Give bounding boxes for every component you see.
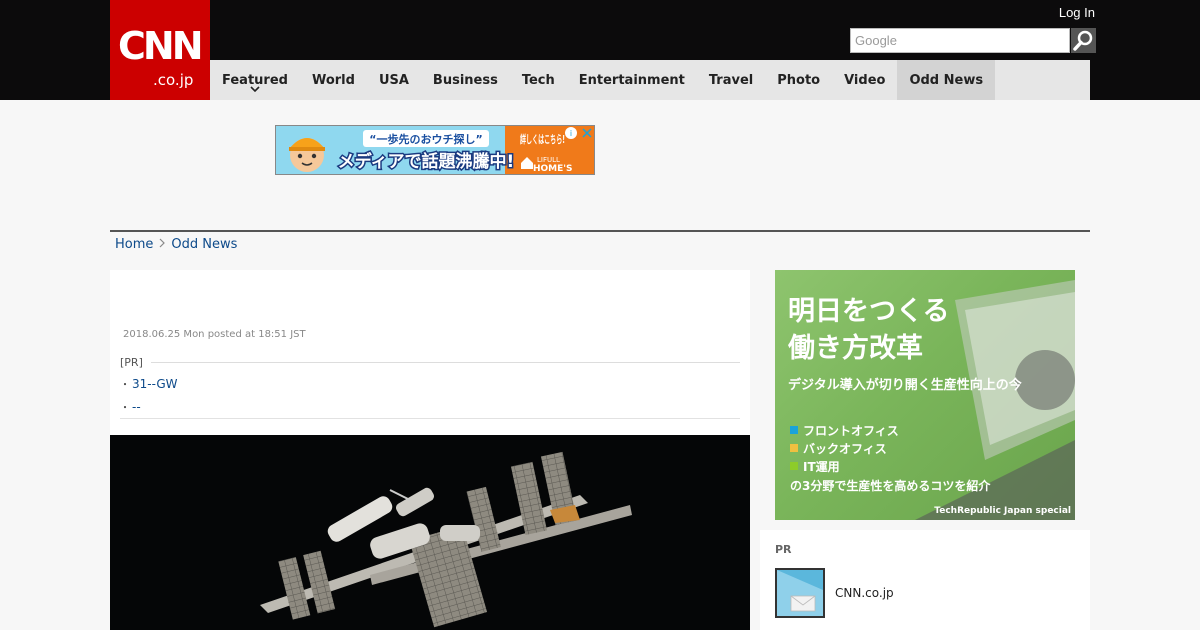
nav-item-photo[interactable]: Photo bbox=[765, 60, 832, 100]
list-item: フロントオフィス bbox=[790, 421, 899, 439]
sidebar-ad-credit: TechRepublic Japan special bbox=[934, 506, 1071, 516]
pr-card-label: PR bbox=[775, 543, 792, 556]
sidebar-ad-item: フロントオフィス bbox=[803, 423, 899, 438]
pr-card: PR CNN.co.jp bbox=[760, 530, 1090, 630]
header-bar: CNN .co.jp Log In Featured World USA Bus… bbox=[0, 0, 1200, 100]
square-icon bbox=[790, 462, 798, 470]
nav-item-odd-news[interactable]: Odd News bbox=[897, 60, 996, 100]
breadcrumb-odd-news[interactable]: Odd News bbox=[171, 237, 237, 252]
banner-ad-line1: “一歩先のおウチ探し” bbox=[369, 132, 482, 146]
sidebar-ad-item: IT運用 bbox=[803, 459, 840, 474]
bullet-icon: ・ bbox=[120, 380, 130, 391]
list-item: IT運用 bbox=[790, 457, 899, 475]
bullet-icon: ・ bbox=[120, 403, 130, 414]
cnn-logo[interactable]: CNN .co.jp bbox=[110, 0, 210, 100]
nav-item-entertainment[interactable]: Entertainment bbox=[567, 60, 697, 100]
pr-link-2[interactable]: -- bbox=[132, 400, 141, 414]
section-divider bbox=[110, 230, 1090, 232]
chevron-down-icon bbox=[250, 86, 260, 92]
space-station-image bbox=[260, 451, 632, 628]
nav-item-usa[interactable]: USA bbox=[367, 60, 421, 100]
search-input[interactable] bbox=[850, 28, 1070, 53]
nav-item-video[interactable]: Video bbox=[832, 60, 897, 100]
login-link[interactable]: Log In bbox=[1040, 5, 1095, 20]
nav-item-world[interactable]: World bbox=[300, 60, 367, 100]
search-icon bbox=[1073, 30, 1093, 51]
pr-card-title[interactable]: CNN.co.jp bbox=[835, 586, 894, 600]
banner-ad-brand-top: LIFULL bbox=[537, 156, 560, 164]
nav-item-tech[interactable]: Tech bbox=[510, 60, 567, 100]
breadcrumb-home[interactable]: Home bbox=[115, 237, 153, 252]
banner-ad-brand-bottom: HOME'S bbox=[533, 164, 573, 174]
pr-card-thumbnail[interactable] bbox=[775, 568, 825, 618]
nav-item-featured[interactable]: Featured bbox=[210, 60, 300, 100]
nav-item-travel[interactable]: Travel bbox=[697, 60, 765, 100]
sidebar-ad-list: フロントオフィス バックオフィス IT運用 bbox=[790, 421, 899, 475]
banner-ad-line2: メディアで話題沸騰中! bbox=[338, 151, 515, 172]
pr-links-box: [PR] ・ 31--GW ・ -- bbox=[120, 356, 740, 415]
square-icon bbox=[790, 426, 798, 434]
article-panel: 2018.06.25 Mon posted at 18:51 JST [PR] … bbox=[110, 270, 750, 630]
sidebar-ad-heading: 明日をつくる 働き方改革 bbox=[788, 293, 949, 367]
sidebar-ad-item: バックオフィス bbox=[803, 441, 887, 456]
banner-ad-graphic: “一歩先のおウチ探し” メディアで話題沸騰中! 詳しくはこちら! i LIFUL… bbox=[275, 125, 595, 175]
top-banner-ad[interactable]: “一歩先のおウチ探し” メディアで話題沸騰中! 詳しくはこちら! i LIFUL… bbox=[275, 125, 595, 175]
pr-heading: [PR] bbox=[120, 356, 740, 369]
article-date: 2018.06.25 Mon posted at 18:51 JST bbox=[123, 329, 306, 340]
envelope-icon bbox=[777, 570, 823, 616]
list-item: ・ 31--GW bbox=[120, 375, 740, 392]
list-item: バックオフィス bbox=[790, 439, 899, 457]
divider bbox=[120, 418, 740, 419]
main-nav: Featured World USA Business Tech Enterta… bbox=[210, 60, 1090, 100]
logo-main-text: CNN bbox=[118, 24, 203, 68]
sidebar-ad[interactable]: 明日をつくる 働き方改革 デジタル導入が切り開く生産性向上の今 フロントオフィス… bbox=[775, 270, 1075, 520]
banner-ad-cta: 詳しくはこちら! bbox=[520, 132, 565, 146]
logo-sub-text: .co.jp bbox=[153, 71, 194, 89]
list-item: ・ -- bbox=[120, 398, 740, 415]
sidebar-ad-heading-line2: 働き方改革 bbox=[788, 333, 923, 364]
article-photo bbox=[110, 435, 750, 630]
pr-link-1[interactable]: 31--GW bbox=[132, 377, 178, 391]
divider bbox=[150, 362, 740, 363]
breadcrumb: Home Odd News bbox=[115, 237, 237, 252]
sidebar-ad-heading-line1: 明日をつくる bbox=[788, 296, 950, 327]
square-icon bbox=[790, 444, 798, 452]
svg-text:i: i bbox=[570, 129, 572, 138]
nav-item-business[interactable]: Business bbox=[421, 60, 510, 100]
pr-label: [PR] bbox=[120, 356, 143, 369]
chevron-right-icon bbox=[159, 237, 166, 252]
sidebar-ad-footer: の3分野で生産性を高めるコツを紹介 bbox=[790, 479, 991, 493]
sidebar-ad-subheading: デジタル導入が切り開く生産性向上の今 bbox=[788, 378, 1022, 393]
search-button[interactable] bbox=[1071, 28, 1096, 53]
